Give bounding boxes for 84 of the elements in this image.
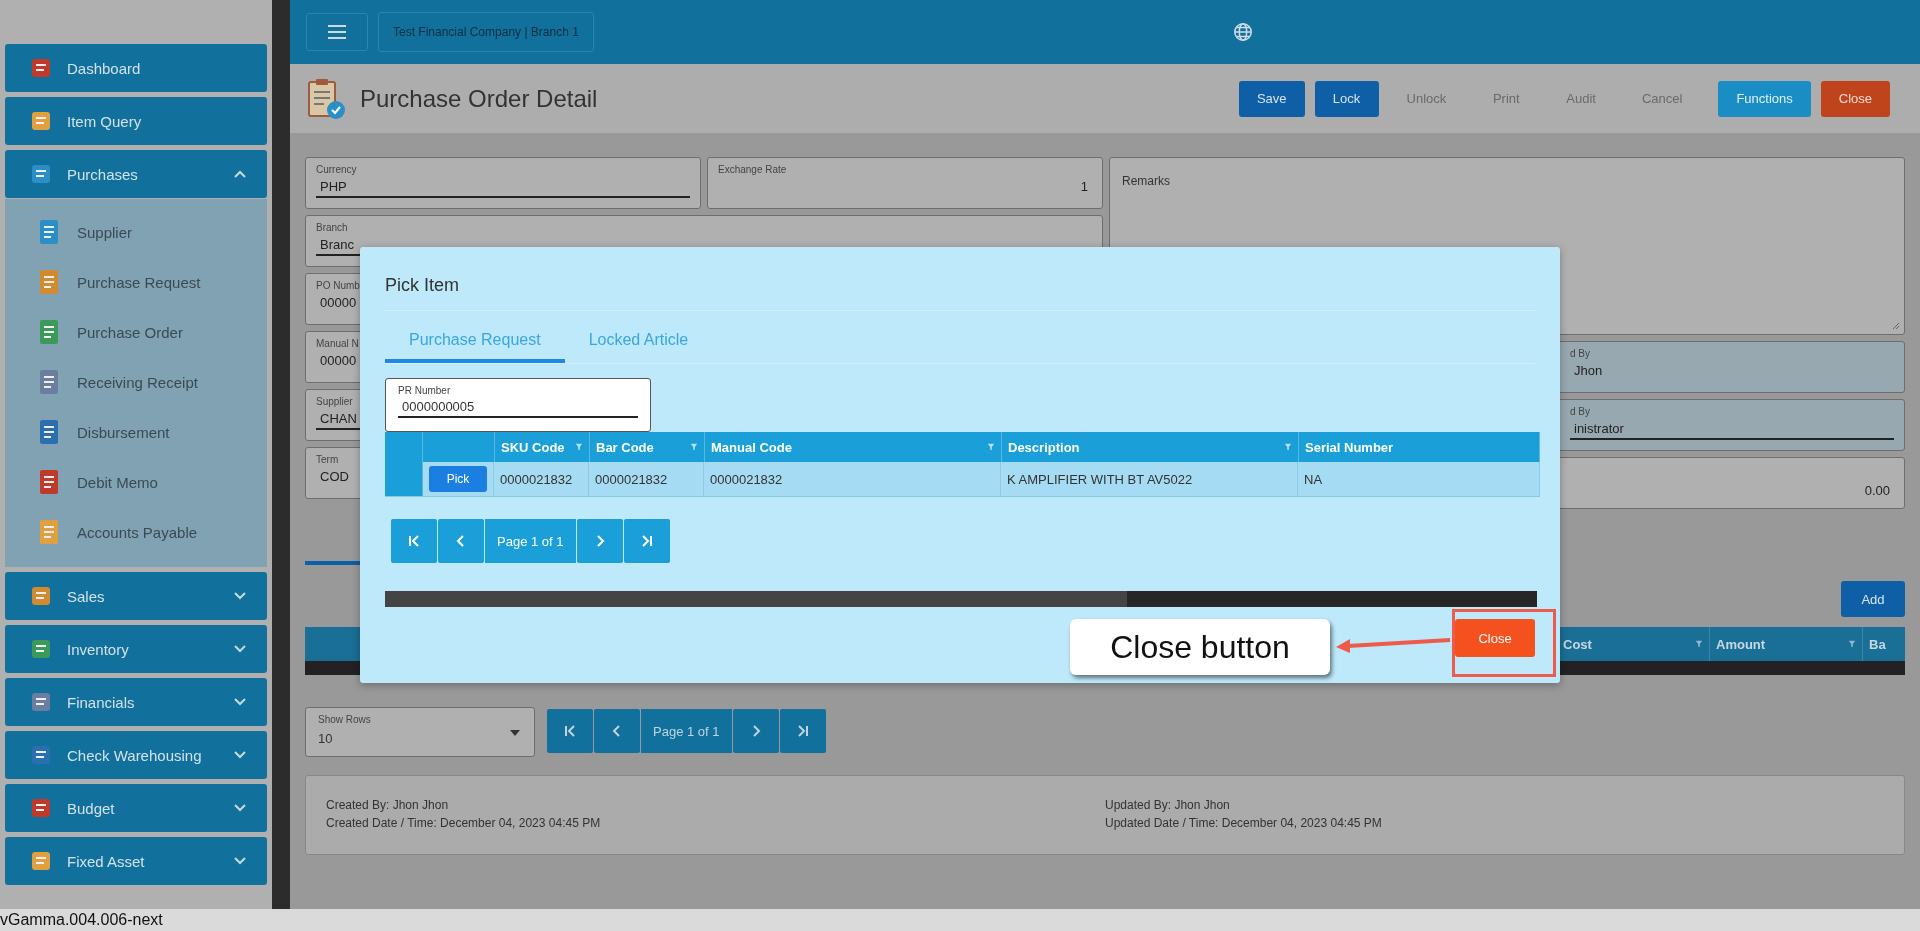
close-button[interactable]: Close (1455, 619, 1535, 657)
submenu-item[interactable]: Supplier (5, 207, 267, 257)
filter-icon[interactable] (987, 443, 995, 451)
filter-icon[interactable] (690, 443, 698, 451)
filter-icon[interactable] (575, 443, 583, 451)
table-cell: 0000021832 (704, 462, 1001, 496)
first-page-button[interactable] (547, 709, 593, 753)
table-cell: 0000021832 (589, 462, 704, 496)
sidebar-item[interactable]: Item Query (5, 97, 267, 145)
filter-icon[interactable] (1848, 640, 1856, 648)
updated-date-text: Updated Date / Time: December 04, 2023 04:45 PM (1105, 816, 1383, 830)
filter-icon[interactable] (1695, 640, 1703, 648)
next-page-button[interactable] (576, 519, 623, 563)
table-cell: 0000021832 (494, 462, 589, 496)
sidebar-item[interactable]: Inventory (5, 625, 267, 673)
add-button[interactable]: Add (1841, 581, 1905, 617)
filter-icon[interactable] (1284, 443, 1292, 451)
last-page-button[interactable] (623, 519, 670, 563)
document-icon (37, 318, 61, 346)
exchange-rate-field[interactable]: Exchange Rate 1 (707, 157, 1103, 209)
submenu-item[interactable]: Purchase Request (5, 257, 267, 307)
pr-number-field[interactable]: PR Number 0000000005 (385, 378, 651, 432)
caret-icon (510, 730, 520, 736)
callout-label: Close button (1070, 619, 1330, 675)
last-page-icon (640, 535, 653, 547)
chevron-up-icon (233, 169, 247, 179)
page-title: Purchase Order Detail (360, 84, 598, 113)
company-selector[interactable]: Test Financial Company | Branch 1 (378, 12, 594, 52)
next-page-button[interactable] (732, 709, 779, 753)
table-cell: NA (1298, 462, 1540, 496)
currency-field[interactable]: Currency PHP (305, 157, 701, 209)
chevron-left-icon (611, 725, 623, 737)
submenu-item[interactable]: Disbursement (5, 407, 267, 457)
version-text: vGamma.004.006-next (0, 911, 163, 929)
first-page-icon (564, 725, 576, 737)
tab[interactable]: Purchase Request (385, 327, 565, 363)
row-selector[interactable] (385, 462, 423, 496)
action-button[interactable]: Lock (1314, 80, 1379, 117)
document-icon (37, 268, 61, 296)
last-page-icon (796, 725, 809, 737)
chevron-down-icon (233, 803, 247, 813)
sidebar-item[interactable]: Financials (5, 678, 267, 726)
page-indicator: Page 1 of 1 (485, 519, 576, 563)
table-cell: K AMPLIFIER WITH BT AV5022 (1001, 462, 1298, 496)
resize-grip-icon (1892, 322, 1900, 330)
sidebar-item[interactable]: Sales (5, 572, 267, 620)
page-indicator: Page 1 of 1 (641, 709, 732, 753)
updated-by-text: Updated By: Jhon Jhon (1105, 798, 1231, 812)
first-page-button[interactable] (391, 519, 437, 563)
document-icon (37, 368, 61, 396)
action-button[interactable]: Save (1238, 80, 1305, 117)
chevron-left-icon (455, 535, 467, 547)
document-icon (37, 218, 61, 246)
sidebar-item[interactable]: Budget (5, 784, 267, 832)
tab[interactable]: Locked Article (564, 327, 713, 363)
document-icon (37, 518, 61, 546)
chevron-down-icon (233, 856, 247, 866)
chevron-down-icon (233, 644, 247, 654)
created-by-text: Created By: Jhon Jhon (326, 798, 450, 812)
sidebar-item[interactable]: Purchases (5, 150, 267, 198)
action-button[interactable]: Close (1820, 80, 1890, 117)
submenu-item[interactable]: Debit Memo (5, 457, 267, 507)
clipboard-check-icon (306, 76, 346, 121)
horizontal-scrollbar[interactable] (385, 591, 1537, 607)
document-icon (37, 468, 61, 496)
globe-icon[interactable] (1232, 21, 1254, 43)
submenu-item[interactable]: Accounts Payable (5, 507, 267, 557)
submenu-item[interactable]: Receiving Receipt (5, 357, 267, 407)
submenu-item[interactable]: Purchase Order (5, 307, 267, 357)
created-date-text: Created Date / Time: December 04, 2023 04:45 PM (326, 816, 602, 830)
pick-button[interactable]: Pick (429, 466, 487, 492)
action-button[interactable]: Functions (1718, 80, 1811, 117)
chevron-down-icon (233, 697, 247, 707)
sidebar-item[interactable]: Fixed Asset (5, 837, 267, 885)
sidebar-item[interactable]: Dashboard (5, 44, 267, 92)
menu-button[interactable] (306, 13, 368, 51)
last-page-button[interactable] (779, 709, 826, 753)
first-page-icon (408, 535, 420, 547)
sidebar-item[interactable]: Check Warehousing (5, 731, 267, 779)
dialog-title: Pick Item (385, 275, 1535, 311)
chevron-down-icon (233, 591, 247, 601)
show-rows-select[interactable]: Show Rows 10 (305, 707, 535, 757)
chevron-down-icon (233, 750, 247, 760)
document-icon (37, 418, 61, 446)
